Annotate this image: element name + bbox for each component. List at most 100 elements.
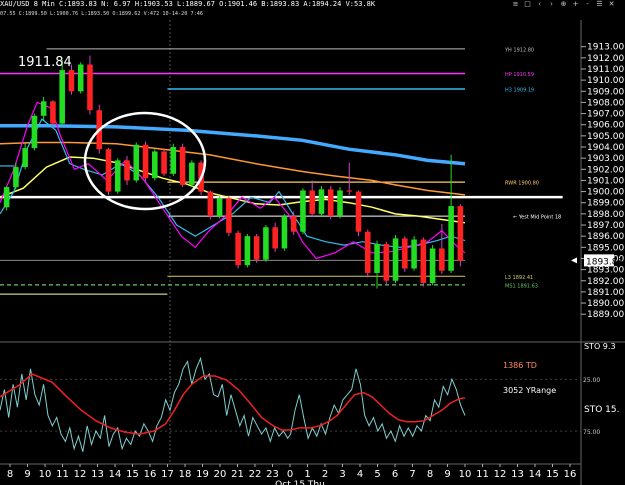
time-tick-label: 9 [24, 469, 30, 480]
candle-body [68, 70, 75, 92]
price-tick-label: 1913.00 [587, 43, 624, 53]
price-tick-label: 1901.00 [587, 176, 624, 186]
candle-body [189, 162, 195, 185]
price-tick-label: 1898.00 [587, 210, 624, 220]
window-control-5[interactable]: + [571, 0, 580, 9]
time-tick-label: 8 [427, 469, 433, 480]
candle-body [439, 248, 445, 271]
level-label-rw: RWR 1900.80 [505, 181, 539, 187]
price-tick-label: 1909.00 [587, 87, 624, 97]
candle-body [216, 198, 223, 217]
time-tick-label: 22 [249, 469, 262, 480]
time-tick-label: 11 [56, 469, 69, 480]
candle-body [402, 238, 408, 269]
price-tick-label: 1896.00 [587, 232, 624, 242]
candle-body [87, 64, 93, 111]
window-control-7[interactable]: ☰ [595, 0, 604, 9]
price-tick-label: 1892.00 [587, 277, 624, 287]
time-tick-label: 23 [266, 469, 279, 480]
time-tick-label: 12 [74, 469, 87, 480]
price-tick-label: 1890.00 [587, 299, 624, 309]
time-tick-label: 17 [161, 469, 174, 480]
window-control-8[interactable]: ✕ [607, 0, 616, 9]
window-control-0[interactable]: ≡ [511, 0, 520, 9]
price-tick-label: 1889.00 [587, 310, 624, 320]
time-tick-label: 9 [444, 469, 450, 480]
level-label-l3: L3 1892.41 [505, 275, 533, 281]
candle-body [327, 189, 334, 217]
price-tick-label: 1902.00 [587, 165, 624, 175]
time-tick-label: 8 [7, 469, 13, 480]
price-tick-label: 1910.00 [587, 76, 624, 86]
candle-body [420, 239, 427, 283]
price-tick-label: 1891.00 [587, 288, 624, 298]
candle-body [114, 160, 121, 192]
candle-body [31, 115, 38, 149]
time-tick-label: 11 [476, 469, 489, 480]
time-tick-label: 15 [126, 469, 139, 480]
candle-body [355, 191, 362, 232]
window-control-6[interactable]: - [583, 0, 592, 9]
price-tick-label: 1906.00 [587, 121, 624, 131]
candle-body [448, 206, 454, 271]
level-label-hp: HP 1910.59 [505, 72, 534, 78]
sto-mid-label: STO 15. [584, 405, 619, 415]
candle-body [300, 190, 306, 232]
candle-body [179, 147, 186, 185]
time-tick-label: 10 [39, 469, 52, 480]
high-price-annotation: 1911.84 [18, 55, 72, 70]
time-tick-label: 13 [91, 469, 104, 480]
candle-body [22, 148, 28, 168]
last-price-label: 1893.83 [586, 257, 623, 267]
candle-body [226, 198, 232, 233]
price-axis-ticks: 1913.001912.001911.001910.001909.001908.… [581, 43, 624, 320]
price-tick-label: 1911.00 [587, 65, 624, 75]
candle-body [235, 232, 241, 266]
candle-body [411, 239, 417, 269]
candle-body [161, 151, 167, 174]
time-tick-label: 13 [511, 469, 524, 480]
osc-tick-label: 75.00 [583, 429, 600, 436]
candle-body [374, 243, 380, 273]
osc-tick-label: 25.00 [583, 377, 600, 384]
candle-body [429, 248, 436, 283]
candle-body [124, 160, 130, 181]
price-tick-label: 1903.00 [587, 154, 624, 164]
candle-body [133, 144, 140, 181]
candle-body [40, 101, 47, 116]
candle-body [318, 189, 325, 214]
level-label-yh: YH 1912.80 [504, 47, 534, 53]
td-label: 1386 TD [503, 361, 537, 370]
bar-info-header: 07.55 C:1899.50 L:1900.76 L:1893.50 O:18… [0, 11, 204, 17]
sto-top-label: STO 9.3 [584, 342, 616, 351]
candle-body [59, 70, 65, 124]
date-label: Oct 15 Thu [275, 480, 325, 485]
price-tick-label: 1912.00 [587, 54, 624, 64]
quote-header: XAU/USD 8 Min C:1893.83 N: 6.97 H:1903.5… [0, 0, 376, 8]
time-tick-label: 14 [109, 469, 122, 480]
window-control-4[interactable]: ⊕ [559, 0, 568, 9]
window-control-2[interactable]: ‹ [535, 0, 544, 9]
time-tick-label: 20 [214, 469, 227, 480]
candle-body [13, 167, 19, 188]
chart-canvas: 1913.001912.001911.001910.001909.001908.… [0, 0, 625, 485]
candle-body [337, 190, 343, 217]
price-tick-label: 1907.00 [587, 110, 624, 120]
price-tick-label: 1905.00 [587, 132, 624, 142]
price-tick-label: 1908.00 [587, 98, 624, 108]
time-tick-label: 0 [287, 469, 293, 480]
time-tick-label: 5 [374, 469, 380, 480]
time-tick-label: 16 [144, 469, 157, 480]
window-control-1[interactable]: □ [523, 0, 532, 9]
level-label-ms1: MS1 1891.63 [505, 283, 538, 289]
time-tick-label: 15 [546, 469, 559, 480]
price-tick-label: 1899.00 [587, 199, 624, 209]
window-control-3[interactable]: › [547, 0, 556, 9]
yrange-label: 3052 YRange [503, 386, 556, 395]
time-tick-label: 2 [322, 469, 328, 480]
level-label-yest: ← Yest Mid Point 18 [513, 215, 561, 221]
time-tick-label: 4 [357, 469, 363, 480]
candle-body [263, 227, 269, 260]
candle-body [50, 101, 56, 124]
time-tick-label: 19 [196, 469, 209, 480]
